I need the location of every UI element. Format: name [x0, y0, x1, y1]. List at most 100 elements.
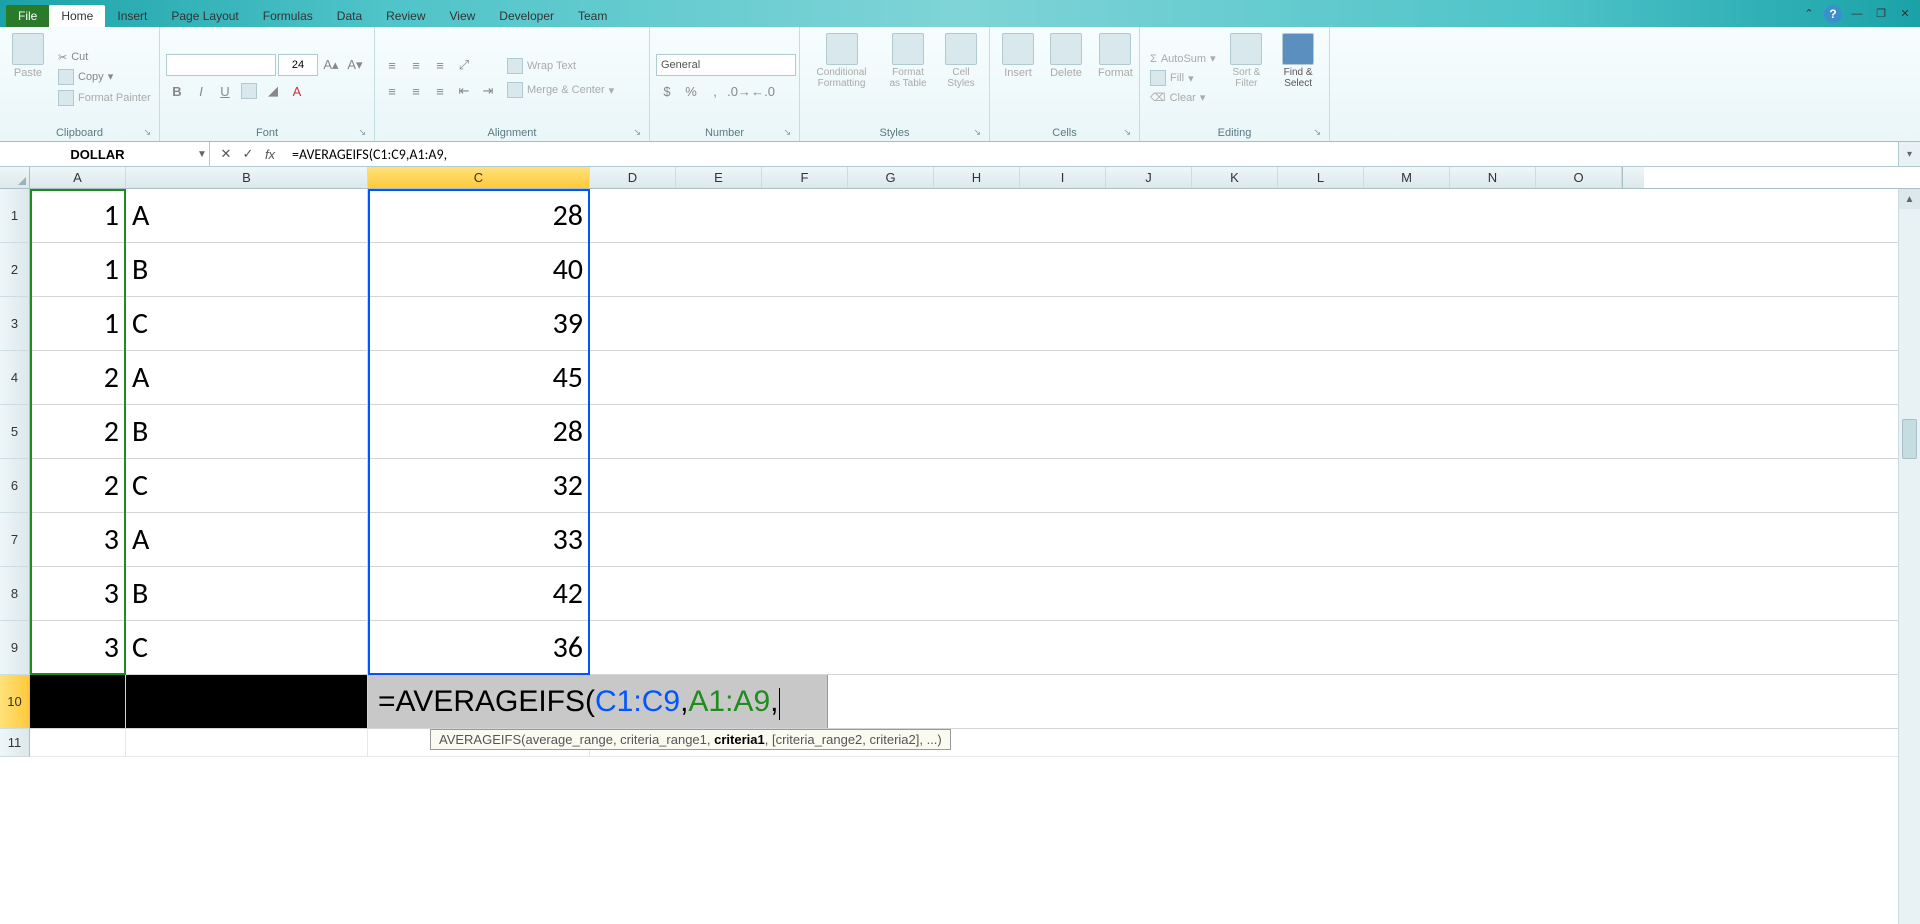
row-header-10[interactable]: 10	[0, 675, 30, 729]
col-header-A[interactable]: A	[30, 167, 126, 188]
expand-formula-bar-icon[interactable]: ▾	[1898, 142, 1920, 166]
find-select-button[interactable]: Find & Select	[1273, 31, 1323, 125]
align-bottom-icon[interactable]: ≡	[429, 54, 451, 76]
sort-filter-button[interactable]: Sort & Filter	[1224, 31, 1270, 125]
accounting-icon[interactable]: $	[656, 80, 678, 102]
wrap-text-button[interactable]: Wrap Text	[503, 56, 618, 76]
align-center-icon[interactable]: ≡	[405, 80, 427, 102]
tab-home[interactable]: Home	[49, 5, 105, 27]
cell-rest[interactable]	[590, 405, 1920, 458]
insert-cells-button[interactable]: Insert	[996, 31, 1040, 125]
cell-B5[interactable]: B	[126, 405, 368, 458]
cell-A2[interactable]: 1	[30, 243, 126, 296]
cell-C8[interactable]: 42	[368, 567, 590, 620]
cells-area[interactable]: 1A28 1B40 1C39 2A45 2B28 2C32 3A33 3B42 …	[30, 189, 1920, 757]
borders-button[interactable]	[238, 80, 260, 102]
tab-view[interactable]: View	[438, 5, 488, 27]
scroll-thumb[interactable]	[1902, 419, 1917, 459]
col-header-H[interactable]: H	[934, 167, 1020, 188]
cell-B3[interactable]: C	[126, 297, 368, 350]
col-header-D[interactable]: D	[590, 167, 676, 188]
cell-A7[interactable]: 3	[30, 513, 126, 566]
row-header-8[interactable]: 8	[0, 567, 30, 621]
cell-C9[interactable]: 36	[368, 621, 590, 674]
conditional-formatting-button[interactable]: Conditional Formatting	[806, 31, 877, 125]
row-header-3[interactable]: 3	[0, 297, 30, 351]
name-box[interactable]: ▼	[0, 142, 210, 166]
cell-A6[interactable]: 2	[30, 459, 126, 512]
row-header-9[interactable]: 9	[0, 621, 30, 675]
row-header-1[interactable]: 1	[0, 189, 30, 243]
col-header-E[interactable]: E	[676, 167, 762, 188]
cell-C1[interactable]: 28	[368, 189, 590, 242]
col-header-B[interactable]: B	[126, 167, 368, 188]
tab-data[interactable]: Data	[325, 5, 374, 27]
cell-styles-button[interactable]: Cell Styles	[939, 31, 983, 125]
clear-button[interactable]: ⌫Clear ▾	[1146, 89, 1220, 106]
col-header-K[interactable]: K	[1192, 167, 1278, 188]
tooltip-p4[interactable]: [criteria_range2, criteria2], ...	[772, 732, 937, 747]
cell-B6[interactable]: C	[126, 459, 368, 512]
row-header-4[interactable]: 4	[0, 351, 30, 405]
restore-icon[interactable]: ❐	[1872, 6, 1890, 22]
col-header-C[interactable]: C	[368, 167, 590, 188]
cell-A8[interactable]: 3	[30, 567, 126, 620]
font-family-select[interactable]	[166, 54, 276, 76]
cell-rest[interactable]	[590, 351, 1920, 404]
cell-B2[interactable]: B	[126, 243, 368, 296]
cell-A1[interactable]: 1	[30, 189, 126, 242]
cell-A4[interactable]: 2	[30, 351, 126, 404]
font-color-button[interactable]: A	[286, 80, 308, 102]
col-header-G[interactable]: G	[848, 167, 934, 188]
cut-button[interactable]: ✂Cut	[54, 49, 155, 66]
cell-C2[interactable]: 40	[368, 243, 590, 296]
format-painter-button[interactable]: Format Painter	[54, 88, 155, 108]
col-header-J[interactable]: J	[1106, 167, 1192, 188]
fill-color-button[interactable]: ◢	[262, 80, 284, 102]
tab-team[interactable]: Team	[566, 5, 619, 27]
scroll-up-icon[interactable]: ▲	[1899, 189, 1920, 209]
cell-rest[interactable]	[590, 513, 1920, 566]
cell-rest[interactable]	[590, 459, 1920, 512]
col-header-M[interactable]: M	[1364, 167, 1450, 188]
align-top-icon[interactable]: ≡	[381, 54, 403, 76]
tooltip-p3[interactable]: criteria1	[714, 732, 765, 747]
cell-B1[interactable]: A	[126, 189, 368, 242]
tab-developer[interactable]: Developer	[487, 5, 566, 27]
col-header-O[interactable]: O	[1536, 167, 1622, 188]
shrink-font-icon[interactable]: A▾	[344, 54, 366, 76]
cell-rest[interactable]	[590, 621, 1920, 674]
cell-B10[interactable]	[126, 675, 368, 728]
cell-B4[interactable]: A	[126, 351, 368, 404]
cell-C10-editing[interactable]: =AVERAGEIFS(C1:C9,A1:A9,	[368, 675, 828, 728]
format-cells-button[interactable]: Format	[1092, 31, 1139, 125]
cell-A9[interactable]: 3	[30, 621, 126, 674]
underline-button[interactable]: U	[214, 80, 236, 102]
row-header-11[interactable]: 11	[0, 729, 30, 757]
increase-indent-icon[interactable]: ⇥	[477, 80, 499, 102]
name-box-input[interactable]	[0, 147, 195, 162]
merge-center-button[interactable]: Merge & Center ▾	[503, 80, 618, 100]
select-all-corner[interactable]	[0, 167, 30, 188]
tab-review[interactable]: Review	[374, 5, 437, 27]
fx-icon[interactable]: fx	[260, 144, 280, 164]
cell-rest[interactable]	[828, 675, 1920, 728]
row-header-2[interactable]: 2	[0, 243, 30, 297]
tab-file[interactable]: File	[6, 5, 49, 27]
tab-formulas[interactable]: Formulas	[251, 5, 325, 27]
cell-rest[interactable]	[590, 297, 1920, 350]
ribbon-minimize-icon[interactable]: ⌃	[1800, 6, 1818, 22]
bold-button[interactable]: B	[166, 80, 188, 102]
cell-rest[interactable]	[590, 189, 1920, 242]
row-header-5[interactable]: 5	[0, 405, 30, 459]
format-as-table-button[interactable]: Format as Table	[881, 31, 935, 125]
col-header-N[interactable]: N	[1450, 167, 1536, 188]
cancel-formula-icon[interactable]: ✕	[216, 144, 236, 164]
italic-button[interactable]: I	[190, 80, 212, 102]
col-header-I[interactable]: I	[1020, 167, 1106, 188]
minimize-icon[interactable]: —	[1848, 6, 1866, 22]
delete-cells-button[interactable]: Delete	[1044, 31, 1088, 125]
tab-page-layout[interactable]: Page Layout	[159, 5, 250, 27]
enter-formula-icon[interactable]: ✓	[238, 144, 258, 164]
cell-C7[interactable]: 33	[368, 513, 590, 566]
